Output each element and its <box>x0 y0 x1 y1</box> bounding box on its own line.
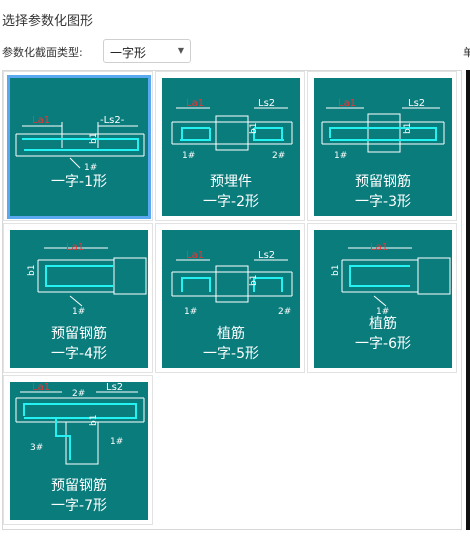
shape-thumbnail: La1 Ls2 b1 1# 2# 预埋件 一字-2形 <box>162 78 300 216</box>
shape-thumbnail: La1 b1 1# 预留钢筋 一字-4形 <box>10 230 148 368</box>
svg-text:La1: La1 <box>186 250 204 261</box>
svg-text:b1: b1 <box>249 123 259 134</box>
shape-thumbnail: La1 Ls2 b1 1# 预留钢筋 一字-3形 <box>314 78 452 216</box>
svg-text:b1: b1 <box>403 123 413 134</box>
svg-text:b1: b1 <box>331 265 341 276</box>
shape-name: 一字-5形 <box>203 346 259 362</box>
shape-option-1[interactable]: La1 -Ls2- b1 1# 一字-1形 <box>3 71 153 221</box>
svg-text:b1: b1 <box>27 265 37 276</box>
shape-thumbnail: La1 Ls2 b1 1# 2# 植筋 一字-5形 <box>162 230 300 368</box>
shape-name: 一字-6形 <box>355 336 411 352</box>
shape-category: 预留钢筋 <box>51 326 107 342</box>
panel-edge <box>466 70 470 530</box>
svg-text:1#: 1# <box>184 307 197 317</box>
shape-grid: La1 -Ls2- b1 1# 一字-1形 La1 Ls2 b1 1# 2# 预… <box>2 70 462 530</box>
svg-text:Ls2: Ls2 <box>258 98 275 109</box>
svg-text:1#: 1# <box>72 307 85 317</box>
svg-text:-Ls2-: -Ls2- <box>100 115 125 126</box>
svg-text:Ls2: Ls2 <box>106 382 123 393</box>
svg-text:La1: La1 <box>66 242 84 253</box>
shape-option-3[interactable]: La1 Ls2 b1 1# 预留钢筋 一字-3形 <box>307 71 457 221</box>
section-type-value: 一字形 <box>110 46 147 60</box>
shape-name: 一字-7形 <box>51 498 107 514</box>
dialog-title: 选择参数化图形 <box>2 14 94 29</box>
svg-text:3#: 3# <box>30 443 43 453</box>
svg-text:La1: La1 <box>32 382 50 393</box>
shape-category: 植筋 <box>369 316 397 332</box>
shape-category: 预留钢筋 <box>355 174 411 190</box>
shape-category: 预留钢筋 <box>51 478 107 494</box>
shape-name: 一字-3形 <box>355 194 411 210</box>
shape-thumbnail: La1 b1 1# 植筋 一字-6形 <box>314 230 452 368</box>
shape-category: 预埋件 <box>210 174 252 190</box>
svg-text:La1: La1 <box>338 98 356 109</box>
svg-text:1#: 1# <box>334 151 347 161</box>
svg-text:b1: b1 <box>89 133 99 144</box>
shape-option-5[interactable]: La1 Ls2 b1 1# 2# 植筋 一字-5形 <box>155 223 305 373</box>
shape-option-2[interactable]: La1 Ls2 b1 1# 2# 预埋件 一字-2形 <box>155 71 305 221</box>
shape-category: 植筋 <box>217 326 245 342</box>
la-mark: La1 <box>32 115 50 126</box>
shape-option-6[interactable]: La1 b1 1# 植筋 一字-6形 <box>307 223 457 373</box>
svg-text:Ls2: Ls2 <box>408 98 425 109</box>
section-type-select[interactable]: 一字形 ▼ <box>103 39 191 63</box>
shape-thumbnail: La1 -Ls2- b1 1# 一字-1形 <box>7 75 151 219</box>
svg-text:1#: 1# <box>110 437 123 447</box>
section-type-label: 参数化截面类型: <box>2 46 83 59</box>
clipped-label: 单 <box>463 46 470 59</box>
shape-option-4[interactable]: La1 b1 1# 预留钢筋 一字-4形 <box>3 223 153 373</box>
shape-thumbnail: La1 Ls2 2# b1 3# 1# 预留钢筋 一字-7形 <box>10 382 148 520</box>
svg-text:2#: 2# <box>272 151 285 161</box>
svg-text:2#: 2# <box>72 389 85 399</box>
svg-text:La1: La1 <box>370 242 388 253</box>
svg-text:2#: 2# <box>278 307 291 317</box>
shape-name: 一字-1形 <box>51 174 107 190</box>
svg-text:Ls2: Ls2 <box>258 250 275 261</box>
shape-option-7[interactable]: La1 Ls2 2# b1 3# 1# 预留钢筋 一字-7形 <box>3 375 153 525</box>
svg-text:La1: La1 <box>186 98 204 109</box>
shape-name: 一字-2形 <box>203 194 259 210</box>
svg-text:b1: b1 <box>249 275 259 286</box>
svg-text:b1: b1 <box>89 415 99 426</box>
shape-name: 一字-4形 <box>51 346 107 362</box>
chevron-down-icon: ▼ <box>177 46 184 55</box>
svg-text:1#: 1# <box>182 151 195 161</box>
